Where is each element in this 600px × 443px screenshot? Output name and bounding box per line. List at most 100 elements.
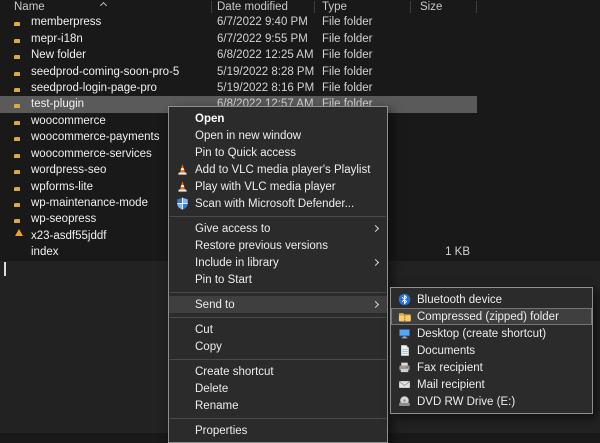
menu-item-label: Delete <box>195 383 228 395</box>
submenu-item-fax-recipient[interactable]: Fax recipient <box>391 359 592 376</box>
defender-shield-icon <box>175 197 189 211</box>
column-header-name[interactable]: Name <box>14 1 45 13</box>
menu-item-include-in-library[interactable]: Include in library <box>169 254 387 271</box>
file-row-seedprod-login[interactable]: seedprod-login-page-pro 5/19/2022 8:16 P… <box>0 80 477 96</box>
menu-item-label: Give access to <box>195 223 270 235</box>
file-name: woocommerce-payments <box>31 131 159 143</box>
zip-folder-icon <box>397 310 411 324</box>
menu-item-label: Desktop (create shortcut) <box>417 328 546 340</box>
file-date: 5/19/2022 8:28 PM <box>217 66 314 78</box>
file-name: wordpress-seo <box>31 164 106 176</box>
text-cursor <box>4 262 6 276</box>
submenu-item-desktop-create-shortcut[interactable]: Desktop (create shortcut) <box>391 325 592 342</box>
file-type: File folder <box>322 49 373 61</box>
submenu-arrow-icon <box>372 300 379 307</box>
documents-icon <box>397 344 411 358</box>
context-menu: Open Open in new window Pin to Quick acc… <box>168 106 388 443</box>
menu-item-open[interactable]: Open <box>169 110 387 127</box>
file-name: mepr-i18n <box>31 33 83 45</box>
menu-item-label: Fax recipient <box>417 362 483 374</box>
submenu-item-dvd-rw-drive[interactable]: DVD RW Drive (E:) <box>391 393 592 410</box>
dvd-drive-icon <box>397 395 411 409</box>
file-type: File folder <box>322 33 373 45</box>
menu-item-scan-with-defender[interactable]: Scan with Microsoft Defender... <box>169 195 387 212</box>
file-name: memberpress <box>31 16 101 28</box>
menu-item-give-access-to[interactable]: Give access to <box>169 220 387 237</box>
menu-item-label: Restore previous versions <box>195 240 328 252</box>
menu-item-label: Pin to Start <box>195 274 252 286</box>
menu-item-open-in-new-window[interactable]: Open in new window <box>169 127 387 144</box>
submenu-arrow-icon <box>372 224 379 231</box>
menu-item-label: Include in library <box>195 257 279 269</box>
menu-item-label: Documents <box>417 345 475 357</box>
file-name: wp-maintenance-mode <box>31 197 148 209</box>
column-header-type[interactable]: Type <box>322 1 347 13</box>
bluetooth-icon <box>397 293 411 307</box>
menu-item-play-with-vlc[interactable]: Play with VLC media player <box>169 178 387 195</box>
submenu-item-bluetooth-device[interactable]: Bluetooth device <box>391 291 592 308</box>
sort-ascending-icon <box>100 2 107 9</box>
submenu-item-documents[interactable]: Documents <box>391 342 592 359</box>
menu-item-label: Play with VLC media player <box>195 181 336 193</box>
file-name: seedprod-coming-soon-pro-5 <box>31 66 179 78</box>
file-name: wpforms-lite <box>31 181 93 193</box>
menu-item-cut[interactable]: Cut <box>169 321 387 338</box>
column-separator[interactable] <box>314 1 315 13</box>
desktop-icon <box>397 327 411 341</box>
file-type: File folder <box>322 16 373 28</box>
menu-item-rename[interactable]: Rename <box>169 397 387 414</box>
menu-separator <box>170 317 386 318</box>
menu-separator <box>170 418 386 419</box>
menu-item-label: Create shortcut <box>195 366 274 378</box>
menu-item-delete[interactable]: Delete <box>169 380 387 397</box>
menu-item-label: Copy <box>195 341 222 353</box>
send-to-submenu: Bluetooth device Compressed (zipped) fol… <box>390 287 593 414</box>
menu-item-label: Compressed (zipped) folder <box>417 311 559 323</box>
menu-item-label: Bluetooth device <box>417 294 502 306</box>
column-header-row: Name Date modified Type Size <box>0 0 600 14</box>
file-date: 6/7/2022 9:40 PM <box>217 16 308 28</box>
menu-item-restore-previous-versions[interactable]: Restore previous versions <box>169 237 387 254</box>
file-row-memberpress[interactable]: memberpress 6/7/2022 9:40 PM File folder <box>0 14 477 30</box>
file-name: wp-seopress <box>31 213 96 225</box>
menu-item-create-shortcut[interactable]: Create shortcut <box>169 363 387 380</box>
submenu-item-compressed-zipped-folder[interactable]: Compressed (zipped) folder <box>391 308 592 325</box>
menu-item-label: Mail recipient <box>417 379 485 391</box>
menu-item-copy[interactable]: Copy <box>169 338 387 355</box>
menu-item-add-to-vlc-playlist[interactable]: Add to VLC media player's Playlist <box>169 161 387 178</box>
file-date: 6/8/2022 12:25 AM <box>217 49 314 61</box>
menu-item-label: Properties <box>195 425 247 437</box>
file-row-mepr-i18n[interactable]: mepr-i18n 6/7/2022 9:55 PM File folder <box>0 30 477 46</box>
fax-icon <box>397 361 411 375</box>
submenu-arrow-icon <box>372 258 379 265</box>
menu-item-pin-to-start[interactable]: Pin to Start <box>169 271 387 288</box>
column-separator[interactable] <box>410 1 411 13</box>
submenu-item-mail-recipient[interactable]: Mail recipient <box>391 376 592 393</box>
column-separator[interactable] <box>476 1 477 13</box>
file-name: test-plugin <box>31 98 84 110</box>
file-type: File folder <box>322 66 373 78</box>
file-row-seedprod-coming-soon[interactable]: seedprod-coming-soon-pro-5 5/19/2022 8:2… <box>0 63 477 79</box>
column-header-date-modified[interactable]: Date modified <box>217 1 288 13</box>
menu-item-label: Scan with Microsoft Defender... <box>195 198 354 210</box>
column-separator[interactable] <box>211 1 212 13</box>
menu-separator <box>170 292 386 293</box>
file-date: 6/7/2022 9:55 PM <box>217 33 308 45</box>
vlc-cone-icon <box>175 180 189 194</box>
column-header-size[interactable]: Size <box>420 1 442 13</box>
menu-separator <box>170 359 386 360</box>
menu-item-label: Add to VLC media player's Playlist <box>195 164 370 176</box>
file-type: File folder <box>322 82 373 94</box>
menu-item-properties[interactable]: Properties <box>169 422 387 439</box>
menu-item-pin-to-quick-access[interactable]: Pin to Quick access <box>169 144 387 161</box>
menu-item-label: DVD RW Drive (E:) <box>417 396 515 408</box>
menu-item-label: Open in new window <box>195 130 301 142</box>
menu-item-label: Pin to Quick access <box>195 147 296 159</box>
file-row-new-folder[interactable]: New folder 6/8/2022 12:25 AM File folder <box>0 47 477 63</box>
menu-item-send-to[interactable]: Send to <box>169 296 387 313</box>
file-name: woocommerce <box>31 115 106 127</box>
menu-item-label: Cut <box>195 324 213 336</box>
file-size: 1 KB <box>412 246 470 258</box>
file-name: x23-asdf55jddf <box>31 230 106 242</box>
file-name: index <box>31 246 59 258</box>
